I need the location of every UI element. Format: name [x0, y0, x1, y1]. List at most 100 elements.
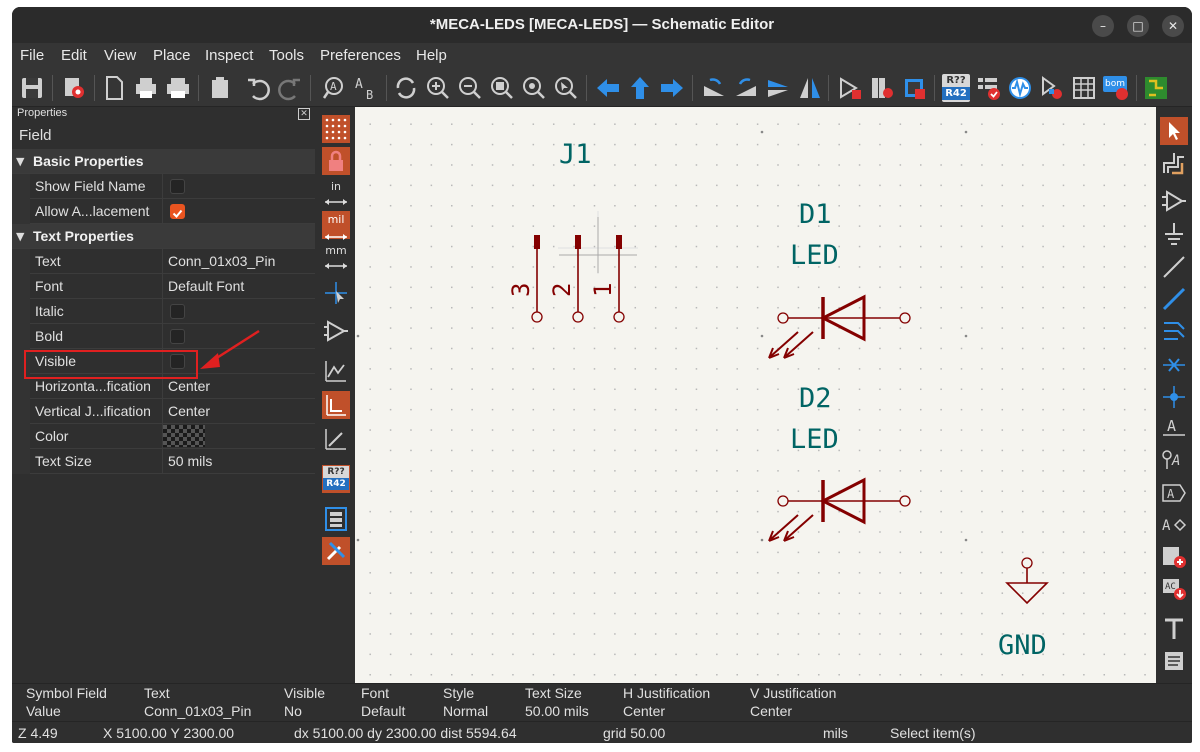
- minimize-button[interactable]: –: [1092, 15, 1114, 37]
- add-line-icon[interactable]: [1160, 253, 1188, 281]
- menu-place[interactable]: Place: [153, 47, 191, 64]
- add-wire-icon[interactable]: [1160, 285, 1188, 313]
- symbol-editor-icon[interactable]: [836, 74, 864, 102]
- add-bus-icon[interactable]: [1160, 317, 1188, 345]
- add-label-icon[interactable]: A: [1160, 413, 1188, 441]
- page-settings-icon[interactable]: [100, 74, 128, 102]
- redo-icon[interactable]: [276, 74, 304, 102]
- property-row-bold: Bold: [12, 324, 315, 349]
- menu-file[interactable]: File: [20, 47, 44, 64]
- annotate-icon[interactable]: R?? R42: [942, 74, 970, 102]
- print-icon[interactable]: [132, 74, 160, 102]
- property-row-color[interactable]: Color: [12, 424, 315, 449]
- font-value[interactable]: Default Font: [168, 278, 244, 294]
- arrow-up-icon[interactable]: [626, 74, 654, 102]
- units-mil-button[interactable]: mil: [322, 211, 350, 240]
- hierarchy-navigator-icon[interactable]: [322, 505, 350, 533]
- menu-view[interactable]: View: [104, 47, 136, 64]
- plot-icon[interactable]: [164, 74, 192, 102]
- property-row-text-size[interactable]: Text Size 50 mils: [12, 449, 315, 474]
- zoom-selection-icon[interactable]: [552, 74, 580, 102]
- add-power-icon[interactable]: [1160, 220, 1188, 248]
- add-junction-icon[interactable]: [1160, 383, 1188, 411]
- save-icon[interactable]: [18, 74, 46, 102]
- allow-autoplacement-checkbox[interactable]: [170, 204, 185, 219]
- properties-manager-icon[interactable]: [322, 537, 350, 565]
- select-tool-icon[interactable]: [1160, 117, 1188, 145]
- zoom-objects-icon[interactable]: [520, 74, 548, 102]
- left-toolbar: in mil mm R?? R42: [317, 107, 355, 683]
- rotate-ccw-icon[interactable]: [700, 74, 728, 102]
- msg-symbol-field-label: Symbol Field: [26, 685, 107, 701]
- maximize-button[interactable]: □: [1127, 15, 1149, 37]
- mirror-horizontal-icon[interactable]: [796, 74, 824, 102]
- arrow-right-icon[interactable]: [658, 74, 686, 102]
- bom-icon[interactable]: bom: [1102, 74, 1130, 102]
- find-icon[interactable]: A: [320, 74, 348, 102]
- add-symbol-icon[interactable]: [1160, 187, 1188, 215]
- zoom-out-icon[interactable]: [456, 74, 484, 102]
- pcb-editor-icon[interactable]: [1142, 74, 1170, 102]
- schematic-drawing: J1 3 2 1 D1 LED D2 LED GND: [356, 130, 1049, 661]
- paste-icon[interactable]: [206, 74, 234, 102]
- text-size-value[interactable]: 50 mils: [168, 453, 212, 469]
- add-global-label-icon[interactable]: A: [1160, 479, 1188, 507]
- crosshair-cursor-icon[interactable]: [322, 279, 350, 307]
- line-mode-90-icon[interactable]: [322, 391, 350, 419]
- category-basic-properties[interactable]: ▼ Basic Properties: [12, 149, 315, 174]
- properties-close-icon[interactable]: ✕: [298, 108, 310, 120]
- units-mm-button[interactable]: mm: [322, 245, 350, 273]
- arrow-left-icon[interactable]: [594, 74, 622, 102]
- line-mode-45-icon[interactable]: [322, 425, 350, 453]
- schematic-setup-icon[interactable]: [60, 74, 88, 102]
- erc-icon[interactable]: [974, 74, 1002, 102]
- italic-checkbox[interactable]: [170, 304, 185, 319]
- import-sheet-pin-icon[interactable]: AC: [1160, 575, 1188, 603]
- horizontal-justification-value[interactable]: Center: [168, 378, 210, 394]
- collapse-icon[interactable]: ▼: [16, 230, 24, 243]
- status-bar: Z 4.49 X 5100.00 Y 2300.00 dx 5100.00 dy…: [12, 721, 1192, 743]
- close-button[interactable]: ✕: [1162, 15, 1184, 37]
- add-netclass-label-icon[interactable]: A: [1160, 445, 1188, 473]
- units-inch-button[interactable]: in: [322, 181, 350, 209]
- undo-icon[interactable]: [244, 74, 272, 102]
- find-replace-icon[interactable]: AB: [352, 74, 380, 102]
- edit-fields-table-icon[interactable]: [1070, 74, 1098, 102]
- vertical-justification-value[interactable]: Center: [168, 403, 210, 419]
- assign-footprints-icon[interactable]: [1038, 74, 1066, 102]
- category-text-properties[interactable]: ▼ Text Properties: [12, 224, 315, 249]
- text-value[interactable]: Conn_01x03_Pin: [168, 253, 275, 269]
- hidden-pins-icon[interactable]: [322, 317, 350, 345]
- property-row-text[interactable]: Text Conn_01x03_Pin: [12, 249, 315, 274]
- bold-checkbox[interactable]: [170, 329, 185, 344]
- menu-edit[interactable]: Edit: [61, 47, 87, 64]
- add-textbox-icon[interactable]: [1160, 647, 1188, 675]
- collapse-icon[interactable]: ▼: [16, 155, 24, 168]
- footprint-editor-icon[interactable]: [900, 74, 928, 102]
- zoom-fit-icon[interactable]: [488, 74, 516, 102]
- schematic-canvas[interactable]: J1 3 2 1 D1 LED D2 LED GND: [355, 107, 1156, 683]
- simulator-icon[interactable]: [1006, 74, 1034, 102]
- line-mode-free-icon[interactable]: [322, 357, 350, 385]
- color-swatch[interactable]: [163, 425, 205, 447]
- property-row-vertical-justification[interactable]: Vertical J...ification Center: [12, 399, 315, 424]
- refresh-icon[interactable]: [392, 74, 420, 102]
- property-row-font[interactable]: Font Default Font: [12, 274, 315, 299]
- menu-preferences[interactable]: Preferences: [320, 47, 401, 64]
- grid-icon[interactable]: [322, 115, 350, 143]
- highlight-net-icon[interactable]: [1160, 149, 1188, 177]
- show-field-name-checkbox[interactable]: [170, 179, 185, 194]
- menu-tools[interactable]: Tools: [269, 47, 304, 64]
- menu-help[interactable]: Help: [416, 47, 447, 64]
- rotate-cw-icon[interactable]: [732, 74, 760, 102]
- annotate-toggle-icon[interactable]: R?? R42: [322, 465, 350, 493]
- menu-inspect[interactable]: Inspect: [205, 47, 253, 64]
- grid-lock-icon[interactable]: [322, 147, 350, 175]
- zoom-in-icon[interactable]: [424, 74, 452, 102]
- mirror-vertical-icon[interactable]: [764, 74, 792, 102]
- add-sheet-icon[interactable]: [1160, 543, 1188, 571]
- add-text-icon[interactable]: [1160, 615, 1188, 643]
- add-hierarchical-label-icon[interactable]: A: [1160, 511, 1188, 539]
- symbol-library-icon[interactable]: [868, 74, 896, 102]
- no-connect-icon[interactable]: [1160, 351, 1188, 379]
